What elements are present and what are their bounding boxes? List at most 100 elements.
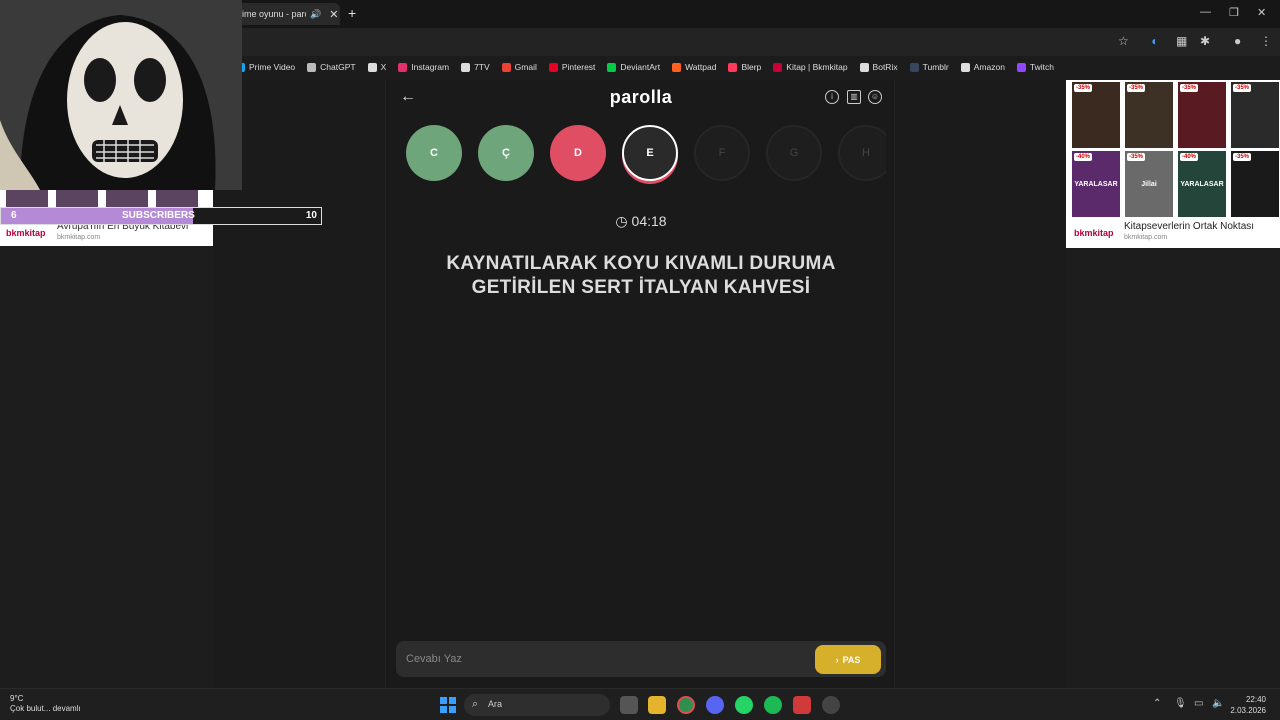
bookmark-item[interactable]: X bbox=[367, 62, 386, 72]
bookmark-item[interactable]: Blerp bbox=[728, 62, 761, 72]
discount-badge: -35% bbox=[1127, 84, 1146, 92]
subscriber-label: SUBSCRIBERS bbox=[122, 210, 195, 221]
bookmark-label: DeviantArt bbox=[620, 62, 661, 72]
system-clock[interactable]: 22:40 2.03.2026 bbox=[1230, 694, 1266, 716]
bookmark-icon bbox=[960, 62, 970, 72]
monitor-icon[interactable]: ▭ bbox=[1194, 698, 1203, 709]
discount-badge: -40% bbox=[1180, 153, 1199, 161]
spotify-icon[interactable] bbox=[764, 696, 782, 714]
profile-icon[interactable]: ☺ bbox=[868, 90, 882, 104]
file-explorer-icon[interactable] bbox=[648, 696, 666, 714]
bookmark-item[interactable]: DeviantArt bbox=[607, 62, 660, 72]
discount-badge: -35% bbox=[1127, 153, 1146, 161]
book-cover[interactable]: -35% bbox=[1125, 82, 1173, 148]
info-icon[interactable]: i bbox=[825, 90, 839, 104]
whatsapp-icon[interactable] bbox=[735, 696, 753, 714]
tab-close-icon[interactable]: ✕ bbox=[329, 8, 338, 21]
bookmark-item[interactable]: Tumblr bbox=[909, 62, 949, 72]
bookmark-item[interactable]: Instagram bbox=[398, 62, 449, 72]
pass-label: PAS bbox=[842, 654, 861, 665]
close-window-button[interactable]: ✕ bbox=[1257, 6, 1266, 19]
book-title: YARALASAR bbox=[1074, 181, 1118, 188]
bookmark-item[interactable]: ChatGPT bbox=[307, 62, 356, 72]
bookmark-item[interactable]: Twitch bbox=[1016, 62, 1054, 72]
timer-value: 04:18 bbox=[631, 213, 667, 229]
book-cover[interactable]: -35% bbox=[1231, 151, 1279, 217]
book-title: YARALASAR bbox=[1180, 181, 1224, 188]
profile-avatar[interactable]: ● bbox=[1234, 34, 1241, 48]
answer-input[interactable] bbox=[406, 649, 786, 669]
weather-widget[interactable]: 9°C Çok bulut... devamlı bbox=[10, 694, 81, 714]
book-cover[interactable]: -35% bbox=[1072, 82, 1120, 148]
book-title: Jillai bbox=[1141, 181, 1157, 188]
right-ad-banner[interactable]: bkmkitap Kitapseverlerin Ortak Noktası b… bbox=[1066, 80, 1280, 248]
chevron-up-icon[interactable]: ⌃ bbox=[1153, 698, 1161, 709]
letter-active: E bbox=[622, 125, 678, 181]
ad-logo: bkmkitap bbox=[1074, 228, 1114, 238]
bookmark-icon bbox=[307, 62, 317, 72]
book-cover[interactable]: -35% bbox=[1178, 82, 1226, 148]
bookmark-label: ChatGPT bbox=[320, 62, 356, 72]
taskbar-search[interactable]: ⌕ Ara bbox=[464, 694, 610, 716]
bookmark-item[interactable]: Amazon bbox=[960, 62, 1005, 72]
chevron-right-icon: › bbox=[835, 654, 839, 665]
subscriber-count: 6 bbox=[11, 210, 17, 221]
minimize-button[interactable]: — bbox=[1200, 6, 1211, 18]
bookmark-label: Blerp bbox=[741, 62, 762, 72]
bookmark-item[interactable]: Prime Video bbox=[236, 62, 295, 72]
webcam-image bbox=[0, 0, 242, 190]
ad-thumbnails bbox=[6, 190, 198, 208]
search-icon: ⌕ bbox=[472, 698, 479, 710]
audio-icon[interactable]: 🔊 bbox=[310, 9, 321, 20]
clock-icon: ◷ bbox=[615, 213, 628, 229]
discord-icon[interactable] bbox=[706, 696, 724, 714]
bookmark-icon bbox=[607, 62, 617, 72]
bookmark-item[interactable]: BotRix bbox=[859, 62, 898, 72]
book-cover[interactable]: -40% YARALASAR bbox=[1178, 151, 1226, 217]
audio-wave-icon[interactable]: ◖ bbox=[1150, 34, 1157, 48]
bookmark-item[interactable]: Gmail bbox=[501, 62, 537, 72]
bookmark-icon bbox=[909, 62, 919, 72]
bookmark-item[interactable]: 7TV bbox=[461, 62, 490, 72]
translate-icon[interactable]: ▦ bbox=[1176, 34, 1187, 48]
answer-bar: › PAS bbox=[396, 641, 886, 677]
star-icon[interactable]: ☆ bbox=[1118, 34, 1129, 48]
bookmark-item[interactable]: Pinterest bbox=[548, 62, 595, 72]
letter-correct: Ç bbox=[478, 125, 534, 181]
new-tab-button[interactable]: + bbox=[348, 5, 356, 21]
browser-tab[interactable]: ime oyunu - parc 🔊 ✕ bbox=[236, 3, 340, 25]
app-red-icon[interactable] bbox=[793, 696, 811, 714]
task-view-icon[interactable] bbox=[620, 696, 638, 714]
book-cover[interactable]: -35% bbox=[1231, 82, 1279, 148]
bookmark-label: Instagram bbox=[411, 62, 450, 72]
bookmark-icon bbox=[461, 62, 471, 72]
bookmark-label: Amazon bbox=[973, 62, 1005, 72]
windows-start-icon[interactable] bbox=[440, 697, 456, 713]
microphone-icon[interactable]: 🎙 bbox=[1174, 698, 1187, 709]
bookmark-label: Prime Video bbox=[249, 62, 296, 72]
subscriber-goal: 10 bbox=[305, 210, 317, 221]
stats-icon[interactable]: ▥ bbox=[847, 90, 861, 104]
bookmark-icon bbox=[367, 62, 377, 72]
clock-date: 2.03.2026 bbox=[1230, 706, 1266, 715]
bookmarks-bar: Prime Video ChatGPT X Instagram 7TV Gmail Pint… bbox=[236, 58, 1054, 76]
taskbar: 9°C Çok bulut... devamlı ⌕ Ara ⌃ 🎙 ▭ 🔈 2… bbox=[0, 688, 1280, 720]
extensions-icon[interactable]: ✱ bbox=[1200, 34, 1210, 48]
pass-button[interactable]: › PAS bbox=[815, 645, 881, 674]
letter-pending: H bbox=[838, 125, 886, 181]
book-cover[interactable]: -35% Jillai bbox=[1125, 151, 1173, 217]
maximize-button[interactable]: ❐ bbox=[1229, 6, 1239, 19]
bookmark-icon bbox=[1016, 62, 1026, 72]
bookmark-item[interactable]: Kitap | Bkmkitap bbox=[773, 62, 848, 72]
bookmark-icon bbox=[672, 62, 682, 72]
chrome-icon[interactable] bbox=[677, 696, 695, 714]
letter-pending: F bbox=[694, 125, 750, 181]
timer: ◷ 04:18 bbox=[386, 213, 896, 230]
app-settings-icon[interactable] bbox=[822, 696, 840, 714]
search-label: Ara bbox=[488, 699, 503, 709]
volume-icon[interactable]: 🔈 bbox=[1212, 698, 1224, 709]
bookmark-item[interactable]: Wattpad bbox=[672, 62, 716, 72]
bookmark-label: Tumblr bbox=[922, 62, 949, 72]
book-cover[interactable]: -40% YARALASAR bbox=[1072, 151, 1120, 217]
menu-icon[interactable]: ⋮ bbox=[1260, 34, 1272, 48]
